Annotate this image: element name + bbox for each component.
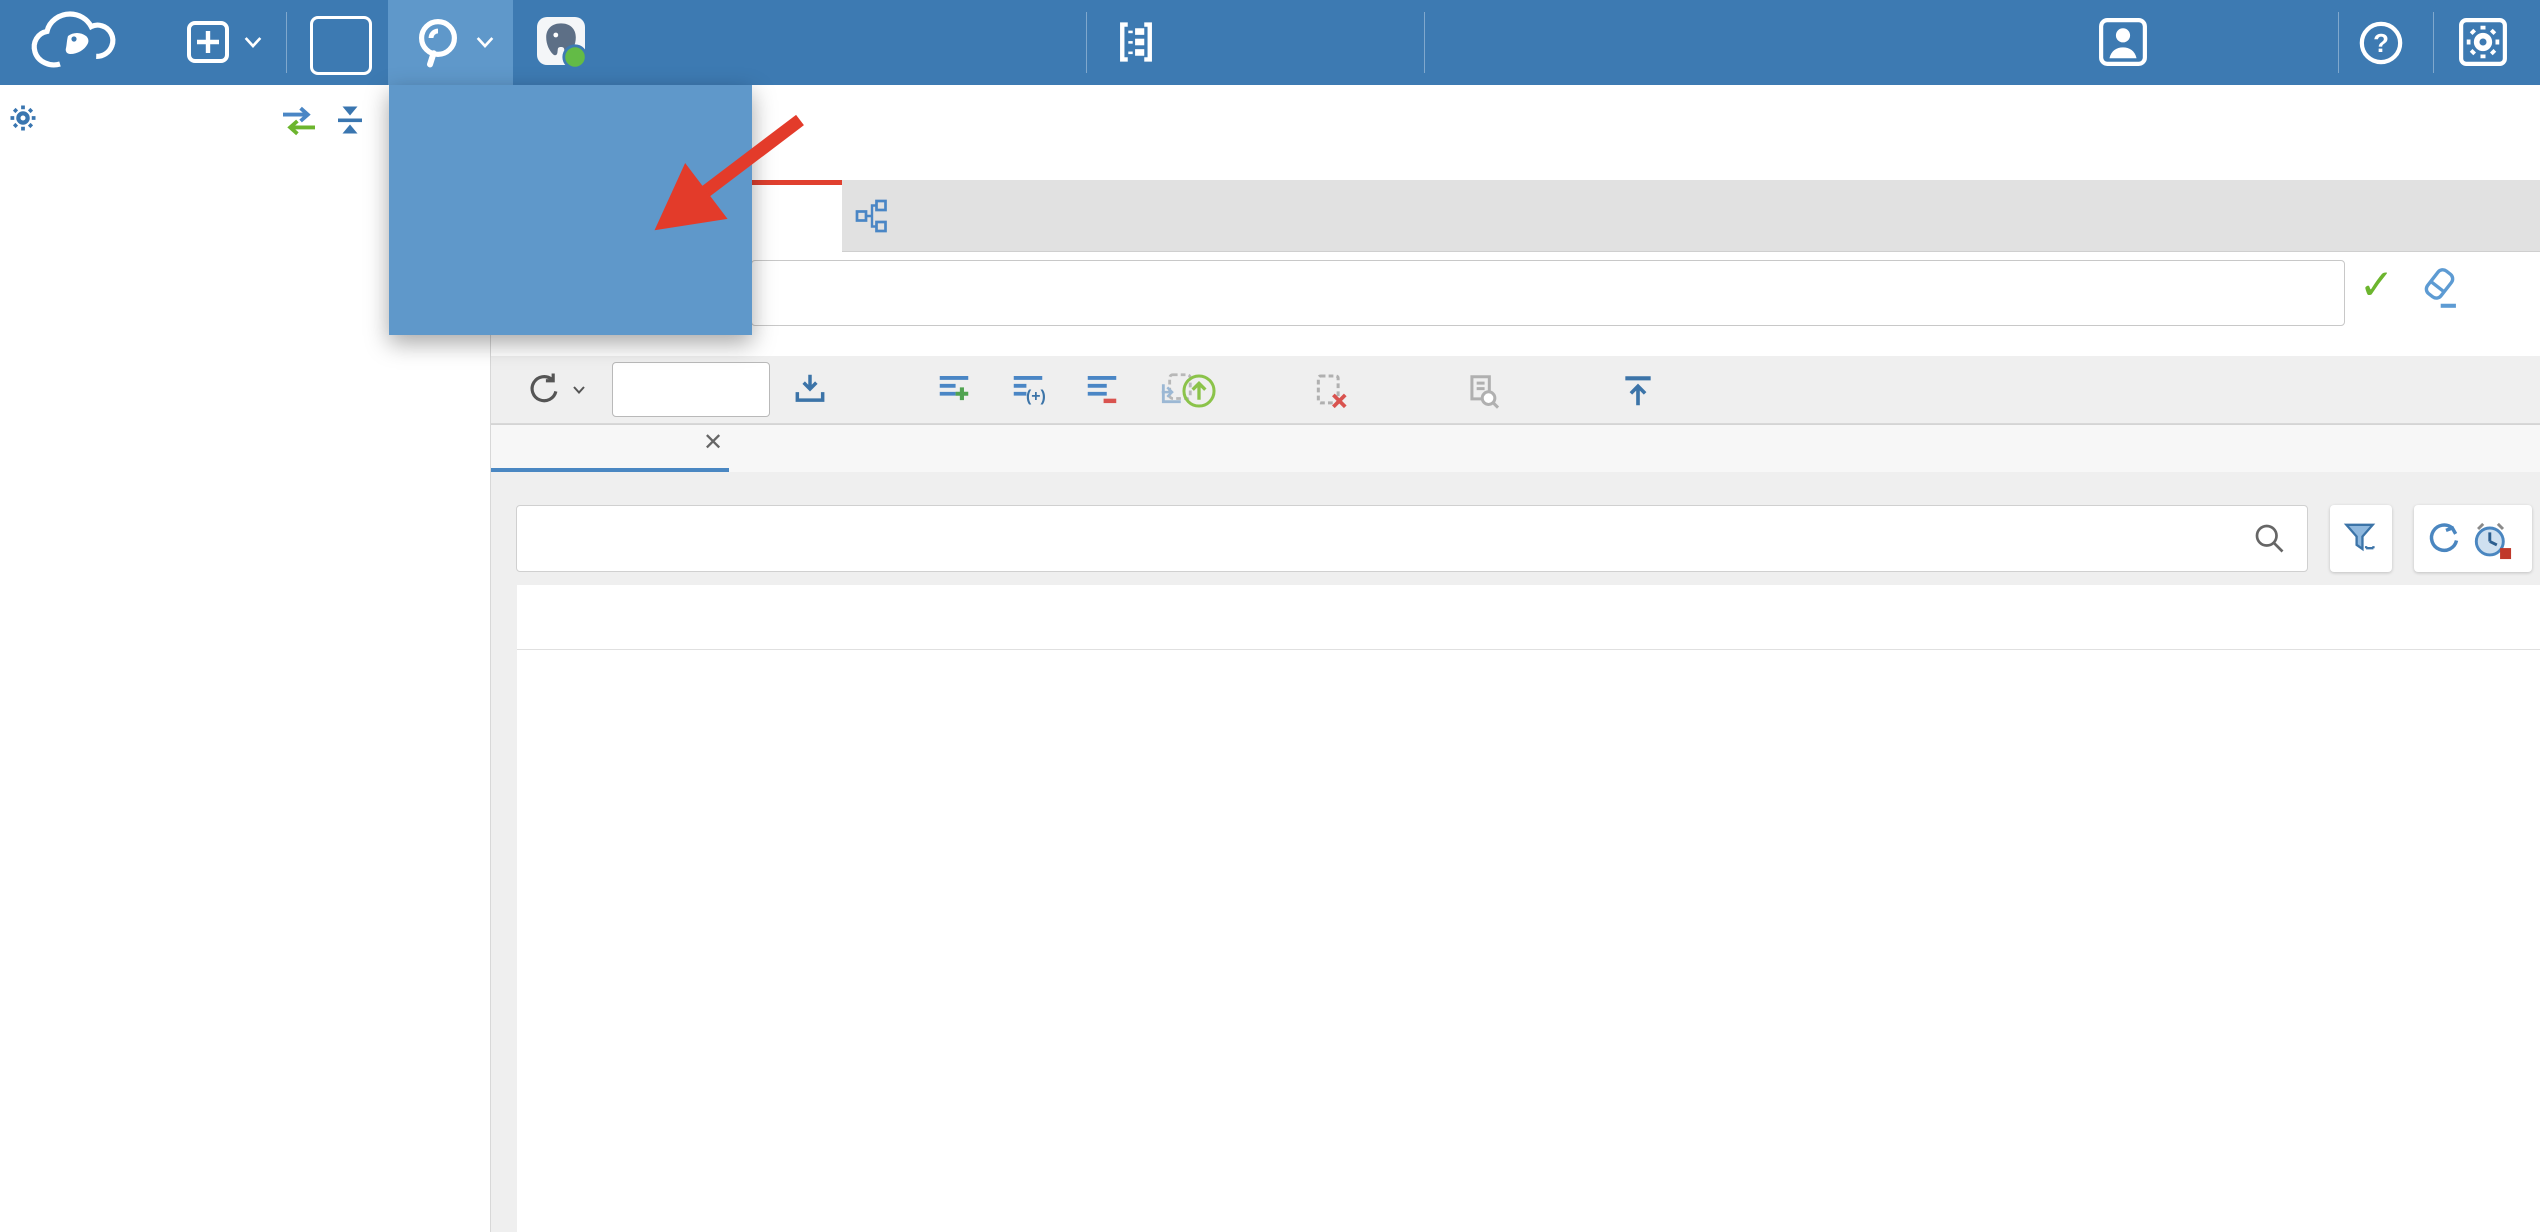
query-history-table bbox=[517, 585, 2540, 1232]
query-history-filter-button[interactable] bbox=[2330, 505, 2392, 572]
apply-filter-check-icon[interactable]: ✓ bbox=[2359, 260, 2394, 309]
topbar-divider bbox=[1424, 12, 1425, 73]
bottom-panel-tab-bar: ✕ bbox=[491, 424, 2540, 473]
topbar-divider bbox=[286, 12, 287, 73]
postgresql-connection-icon bbox=[535, 15, 589, 71]
tab-query-history[interactable]: ✕ bbox=[491, 425, 729, 473]
svg-text:(+): (+) bbox=[1026, 388, 1046, 405]
result-filter-input[interactable] bbox=[751, 260, 2345, 326]
refresh-icon[interactable] bbox=[525, 370, 563, 408]
topbar-divider bbox=[2433, 12, 2434, 73]
delete-row-icon[interactable] bbox=[1083, 370, 1121, 408]
duplicate-row-icon[interactable]: (+) bbox=[1009, 370, 1047, 408]
sql-editor-button[interactable] bbox=[310, 16, 372, 75]
refresh-chevron-icon[interactable] bbox=[571, 384, 587, 396]
help-icon[interactable]: ? bbox=[2358, 20, 2404, 66]
tools-menu-chevron-icon bbox=[474, 34, 496, 50]
refresh-timer-icon[interactable] bbox=[2470, 518, 2514, 562]
tools-wrench-icon bbox=[412, 16, 464, 68]
cloudbeaver-app: ? ✓ (+) ✕ bbox=[0, 0, 2540, 1232]
settings-gear-icon[interactable] bbox=[2458, 17, 2508, 67]
new-object-icon[interactable] bbox=[184, 18, 232, 66]
top-bar: ? bbox=[0, 0, 2540, 85]
query-history-table-header bbox=[517, 585, 2540, 650]
topbar-divider bbox=[2338, 12, 2339, 73]
fetch-more-icon[interactable] bbox=[791, 370, 829, 408]
query-history-panel bbox=[491, 472, 2540, 1232]
search-icon bbox=[2251, 520, 2287, 556]
save-icon[interactable] bbox=[1180, 372, 1218, 410]
data-grid-header-clipped bbox=[517, 332, 2540, 356]
data-toolbar: (+) bbox=[491, 356, 2540, 424]
collapse-all-icon[interactable] bbox=[332, 102, 368, 138]
editor-header-strip bbox=[491, 85, 2540, 180]
query-history-search-input[interactable] bbox=[516, 505, 2308, 572]
diagram-icon bbox=[854, 198, 890, 234]
clear-filter-eraser-icon[interactable] bbox=[2417, 266, 2461, 310]
schema-selector-icon bbox=[1114, 20, 1158, 64]
tools-menu-button[interactable] bbox=[388, 0, 513, 85]
tools-menu-dropdown bbox=[389, 85, 752, 335]
topbar-divider bbox=[1086, 12, 1087, 73]
script-icon[interactable] bbox=[1464, 372, 1502, 410]
editor-tab-bar bbox=[491, 180, 2540, 252]
close-tab-icon[interactable]: ✕ bbox=[703, 427, 723, 459]
revert-icon[interactable] bbox=[1312, 372, 1350, 410]
filter-funnel-icon bbox=[2342, 519, 2380, 557]
cloudbeaver-logo-icon bbox=[28, 10, 146, 76]
new-object-chevron-icon[interactable] bbox=[242, 34, 264, 50]
result-filter-row: ✓ bbox=[491, 252, 2540, 332]
sync-connection-icon[interactable] bbox=[278, 105, 320, 137]
svg-text:?: ? bbox=[2373, 30, 2389, 58]
user-avatar-icon[interactable] bbox=[2098, 17, 2148, 67]
tab-data[interactable] bbox=[751, 180, 842, 252]
add-row-icon[interactable] bbox=[935, 370, 973, 408]
query-history-refresh-group[interactable] bbox=[2414, 505, 2532, 572]
tab-diagram[interactable] bbox=[842, 180, 1022, 252]
sidebar-settings-gear-icon[interactable] bbox=[8, 103, 38, 133]
fetch-size-input[interactable] bbox=[612, 362, 770, 417]
auto-refresh-icon[interactable] bbox=[2424, 518, 2464, 558]
export-icon[interactable] bbox=[1619, 372, 1657, 410]
